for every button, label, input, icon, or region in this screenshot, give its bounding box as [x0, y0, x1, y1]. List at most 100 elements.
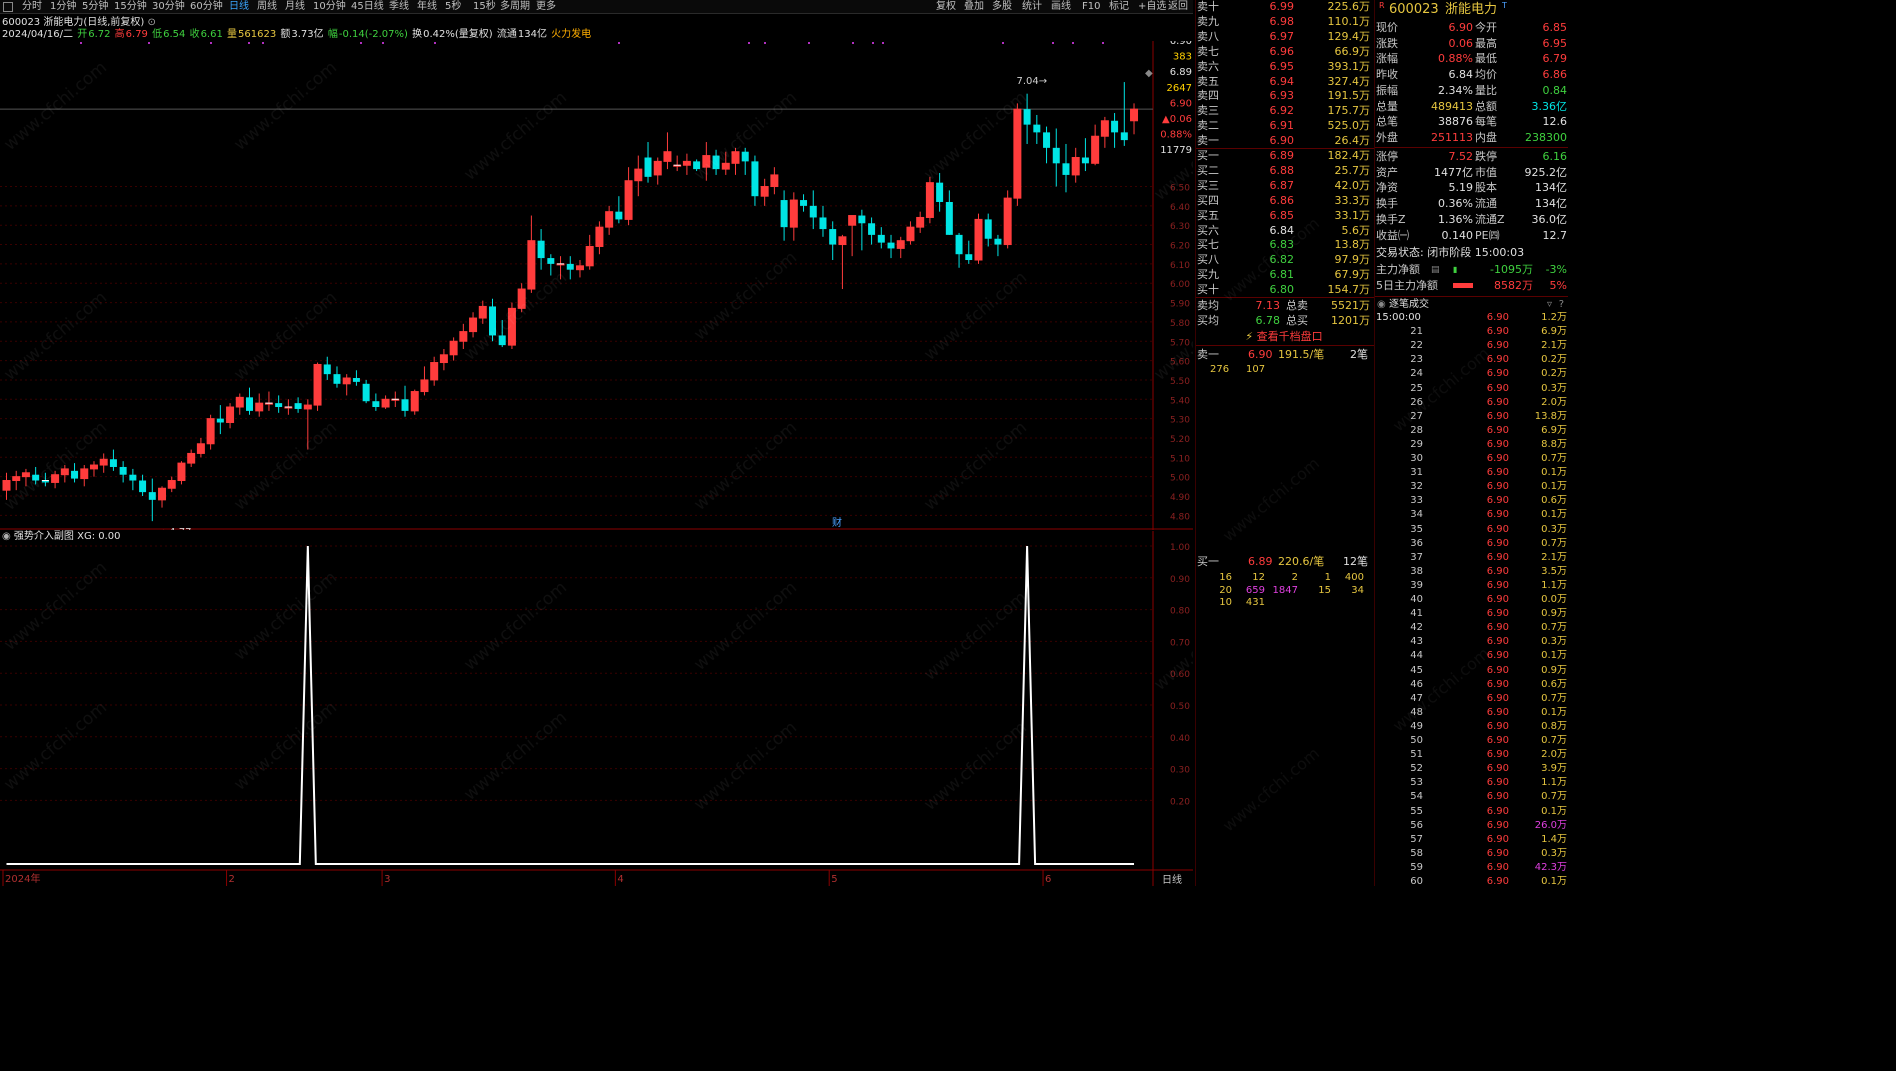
ask-level[interactable]: 卖十 6.99 225.6万	[1196, 0, 1372, 14]
candle[interactable]	[595, 221, 604, 255]
candle[interactable]	[362, 379, 370, 404]
tool-button-0[interactable]: 复权	[936, 0, 956, 14]
period-tab-11[interactable]: 季线	[389, 0, 409, 14]
candle[interactable]	[663, 132, 672, 170]
candle[interactable]	[575, 260, 584, 278]
candle[interactable]	[284, 399, 293, 415]
candle[interactable]	[1043, 126, 1051, 164]
candle[interactable]	[945, 190, 953, 235]
candle[interactable]	[187, 449, 196, 467]
candle[interactable]	[819, 205, 827, 237]
menu-icon[interactable]	[3, 2, 13, 12]
ask-level[interactable]: 卖四 6.93 191.5万	[1196, 88, 1372, 103]
candle[interactable]	[167, 476, 176, 493]
candle[interactable]	[196, 437, 205, 458]
candle[interactable]	[275, 395, 283, 413]
tool-button-4[interactable]: 画线	[1051, 0, 1071, 14]
candle[interactable]	[1120, 82, 1128, 146]
period-tab-9[interactable]: 10分钟	[313, 0, 346, 14]
candle[interactable]	[974, 213, 983, 264]
candle[interactable]	[89, 461, 98, 477]
candle[interactable]	[751, 155, 759, 206]
candle[interactable]	[780, 190, 788, 241]
candle[interactable]	[255, 393, 264, 417]
ask-level[interactable]: 卖二 6.91 525.0万	[1196, 118, 1372, 133]
candle[interactable]	[439, 348, 448, 371]
period-tab-7[interactable]: 周线	[257, 0, 277, 14]
candle[interactable]	[537, 229, 545, 270]
tool-button-8[interactable]: 返回	[1168, 0, 1188, 14]
bid-level[interactable]: 买十 6.80 154.7万	[1196, 282, 1372, 297]
period-tab-1[interactable]: 1分钟	[50, 0, 76, 14]
candle[interactable]	[1111, 113, 1119, 148]
candle[interactable]	[624, 167, 633, 226]
period-tab-14[interactable]: 15秒	[473, 0, 496, 14]
finance-marker[interactable]: 财	[832, 516, 842, 529]
candle[interactable]	[420, 366, 429, 396]
candle[interactable]	[789, 192, 798, 241]
period-tab-15[interactable]: 多周期	[500, 0, 530, 14]
candle[interactable]	[216, 405, 224, 435]
period-tab-4[interactable]: 30分钟	[152, 0, 185, 14]
candle[interactable]	[1081, 138, 1089, 172]
period-tab-5[interactable]: 60分钟	[190, 0, 223, 14]
bid-level[interactable]: 买五 6.85 33.1万	[1196, 208, 1372, 223]
candle[interactable]	[1130, 103, 1139, 135]
candle[interactable]	[449, 337, 458, 361]
period-tab-6[interactable]: 日线	[229, 0, 249, 14]
bid-level[interactable]: 买二 6.88 25.7万	[1196, 163, 1372, 178]
candlestick-chart[interactable]: 6.506.406.306.206.106.005.905.805.705.60…	[0, 41, 1193, 530]
bid-level[interactable]: 买九 6.81 67.9万	[1196, 267, 1372, 282]
period-tab-12[interactable]: 年线	[417, 0, 437, 14]
candle[interactable]	[246, 387, 253, 415]
candle[interactable]	[1091, 124, 1100, 166]
tool-button-1[interactable]: 叠加	[964, 0, 984, 14]
candle[interactable]	[615, 196, 623, 224]
tool-button-5[interactable]: F10	[1082, 0, 1100, 14]
bid-level[interactable]: 买一 6.89 182.4万	[1196, 148, 1372, 163]
candle[interactable]	[585, 234, 594, 270]
candle[interactable]	[313, 362, 322, 411]
candle[interactable]	[906, 221, 915, 245]
candle[interactable]	[401, 385, 409, 417]
candle[interactable]	[158, 486, 167, 508]
period-tab-8[interactable]: 月线	[285, 0, 305, 14]
period-tab-daily[interactable]: 日线	[1162, 871, 1182, 886]
candle[interactable]	[984, 213, 992, 247]
depth-button[interactable]: ⚡ 查看千档盘口	[1196, 329, 1372, 344]
bid-level[interactable]: 买七 6.83 13.8万	[1196, 237, 1372, 252]
candle[interactable]	[1033, 114, 1041, 144]
candle[interactable]	[673, 155, 682, 172]
period-tab-16[interactable]: 更多	[536, 0, 556, 14]
candle[interactable]	[391, 391, 400, 408]
candle[interactable]	[916, 211, 925, 233]
ask-level[interactable]: 卖六 6.95 393.1万	[1196, 59, 1372, 74]
bid-level[interactable]: 买三 6.87 42.0万	[1196, 178, 1372, 193]
candle[interactable]	[342, 374, 351, 396]
candle[interactable]	[80, 465, 89, 487]
candle[interactable]	[148, 478, 156, 522]
xg-indicator-chart[interactable]: 1.000.900.800.700.600.500.400.300.202024…	[0, 531, 1193, 886]
ask-level[interactable]: 卖九 6.98 110.1万	[1196, 14, 1372, 29]
candle[interactable]	[264, 391, 273, 411]
candle[interactable]	[235, 393, 244, 415]
title-dropdown-icon[interactable]: ⊙	[148, 17, 156, 28]
candle[interactable]	[372, 393, 380, 411]
candle[interactable]	[1052, 128, 1060, 187]
candle[interactable]	[868, 217, 876, 245]
candle[interactable]	[566, 256, 574, 280]
candle[interactable]	[410, 389, 419, 415]
tool-button-2[interactable]: 多股	[992, 0, 1012, 14]
candle[interactable]	[206, 414, 215, 450]
ask-level[interactable]: 卖五 6.94 327.4万	[1196, 74, 1372, 89]
candle[interactable]	[129, 468, 137, 491]
period-tab-0[interactable]: 分时	[22, 0, 42, 14]
tool-button-6[interactable]: 标记	[1109, 0, 1129, 14]
candle[interactable]	[71, 463, 79, 483]
candle[interactable]	[1062, 143, 1070, 193]
period-tab-10[interactable]: 45日线	[351, 0, 384, 14]
period-tab-2[interactable]: 5分钟	[82, 0, 108, 14]
candle[interactable]	[848, 215, 857, 257]
candle[interactable]	[99, 453, 108, 473]
candle[interactable]	[1100, 116, 1109, 148]
